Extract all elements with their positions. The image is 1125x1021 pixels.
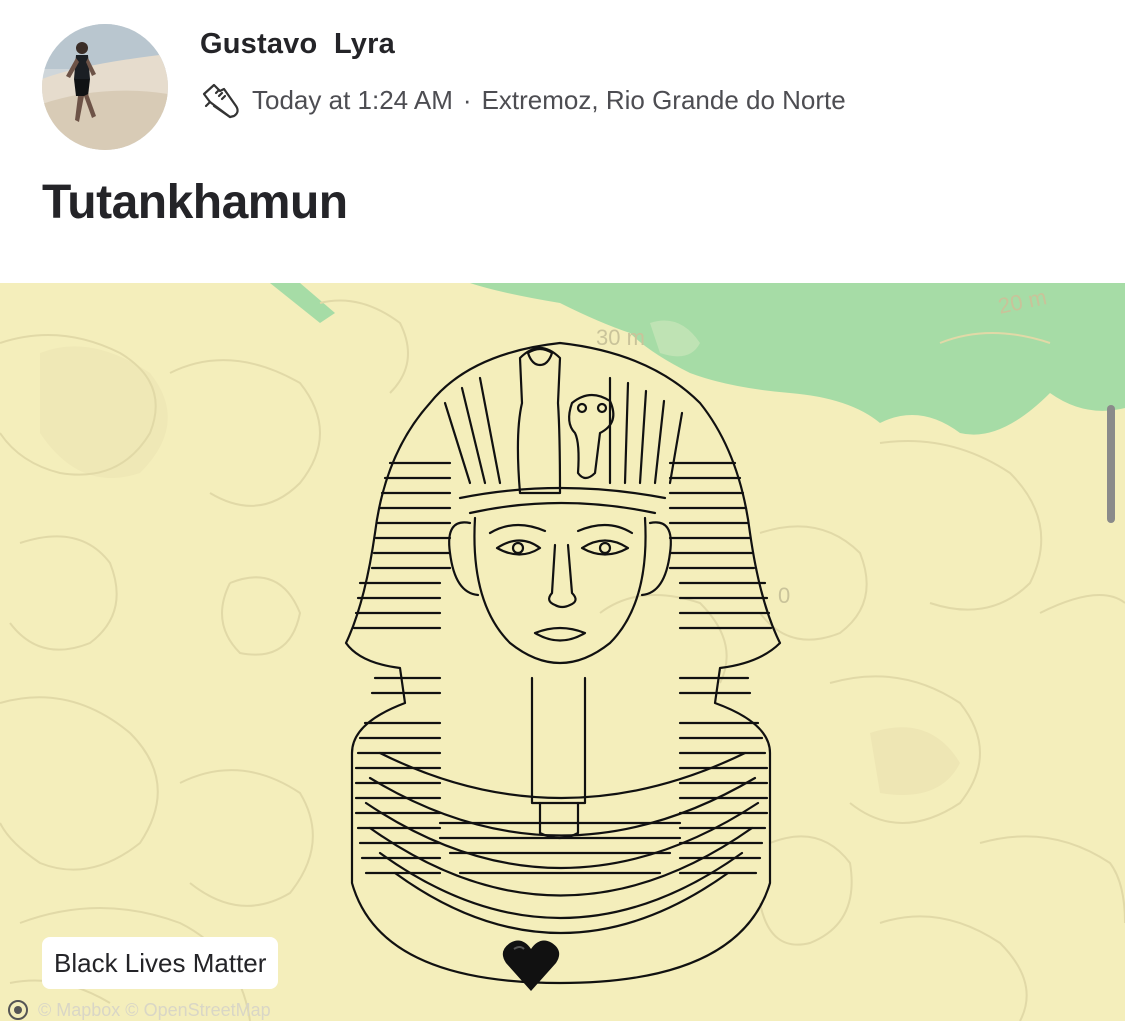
- meta-separator: ·: [462, 84, 472, 115]
- activity-meta: Today at 1:24 AM · Extremoz, Rio Grande …: [200, 80, 846, 120]
- contour-label: 0: [778, 583, 791, 608]
- activity-title[interactable]: Tutankhamun: [42, 175, 348, 230]
- athlete-name[interactable]: Gustavo Lyra: [200, 28, 395, 61]
- activity-time[interactable]: Today at 1:24 AM: [252, 85, 453, 116]
- activity-location: Extremoz, Rio Grande do Norte: [481, 84, 846, 115]
- running-shoe-icon: [202, 83, 239, 119]
- map-caption: Black Lives Matter: [42, 937, 279, 989]
- contour-label: 30 m: [596, 325, 645, 350]
- attribution-text[interactable]: © Mapbox © OpenStreetMap: [38, 1000, 271, 1021]
- activity-map[interactable]: 30 m 20 m 0 Black Lives Matter © Mapbox …: [0, 283, 1125, 1021]
- map-scroll-handle[interactable]: [1107, 405, 1115, 523]
- mapbox-logo-icon[interactable]: [8, 1000, 28, 1020]
- athlete-avatar[interactable]: [42, 24, 168, 150]
- map-attribution: © Mapbox © OpenStreetMap: [8, 999, 271, 1021]
- heart-icon: [502, 940, 560, 991]
- map-base-layer: [0, 283, 1125, 1021]
